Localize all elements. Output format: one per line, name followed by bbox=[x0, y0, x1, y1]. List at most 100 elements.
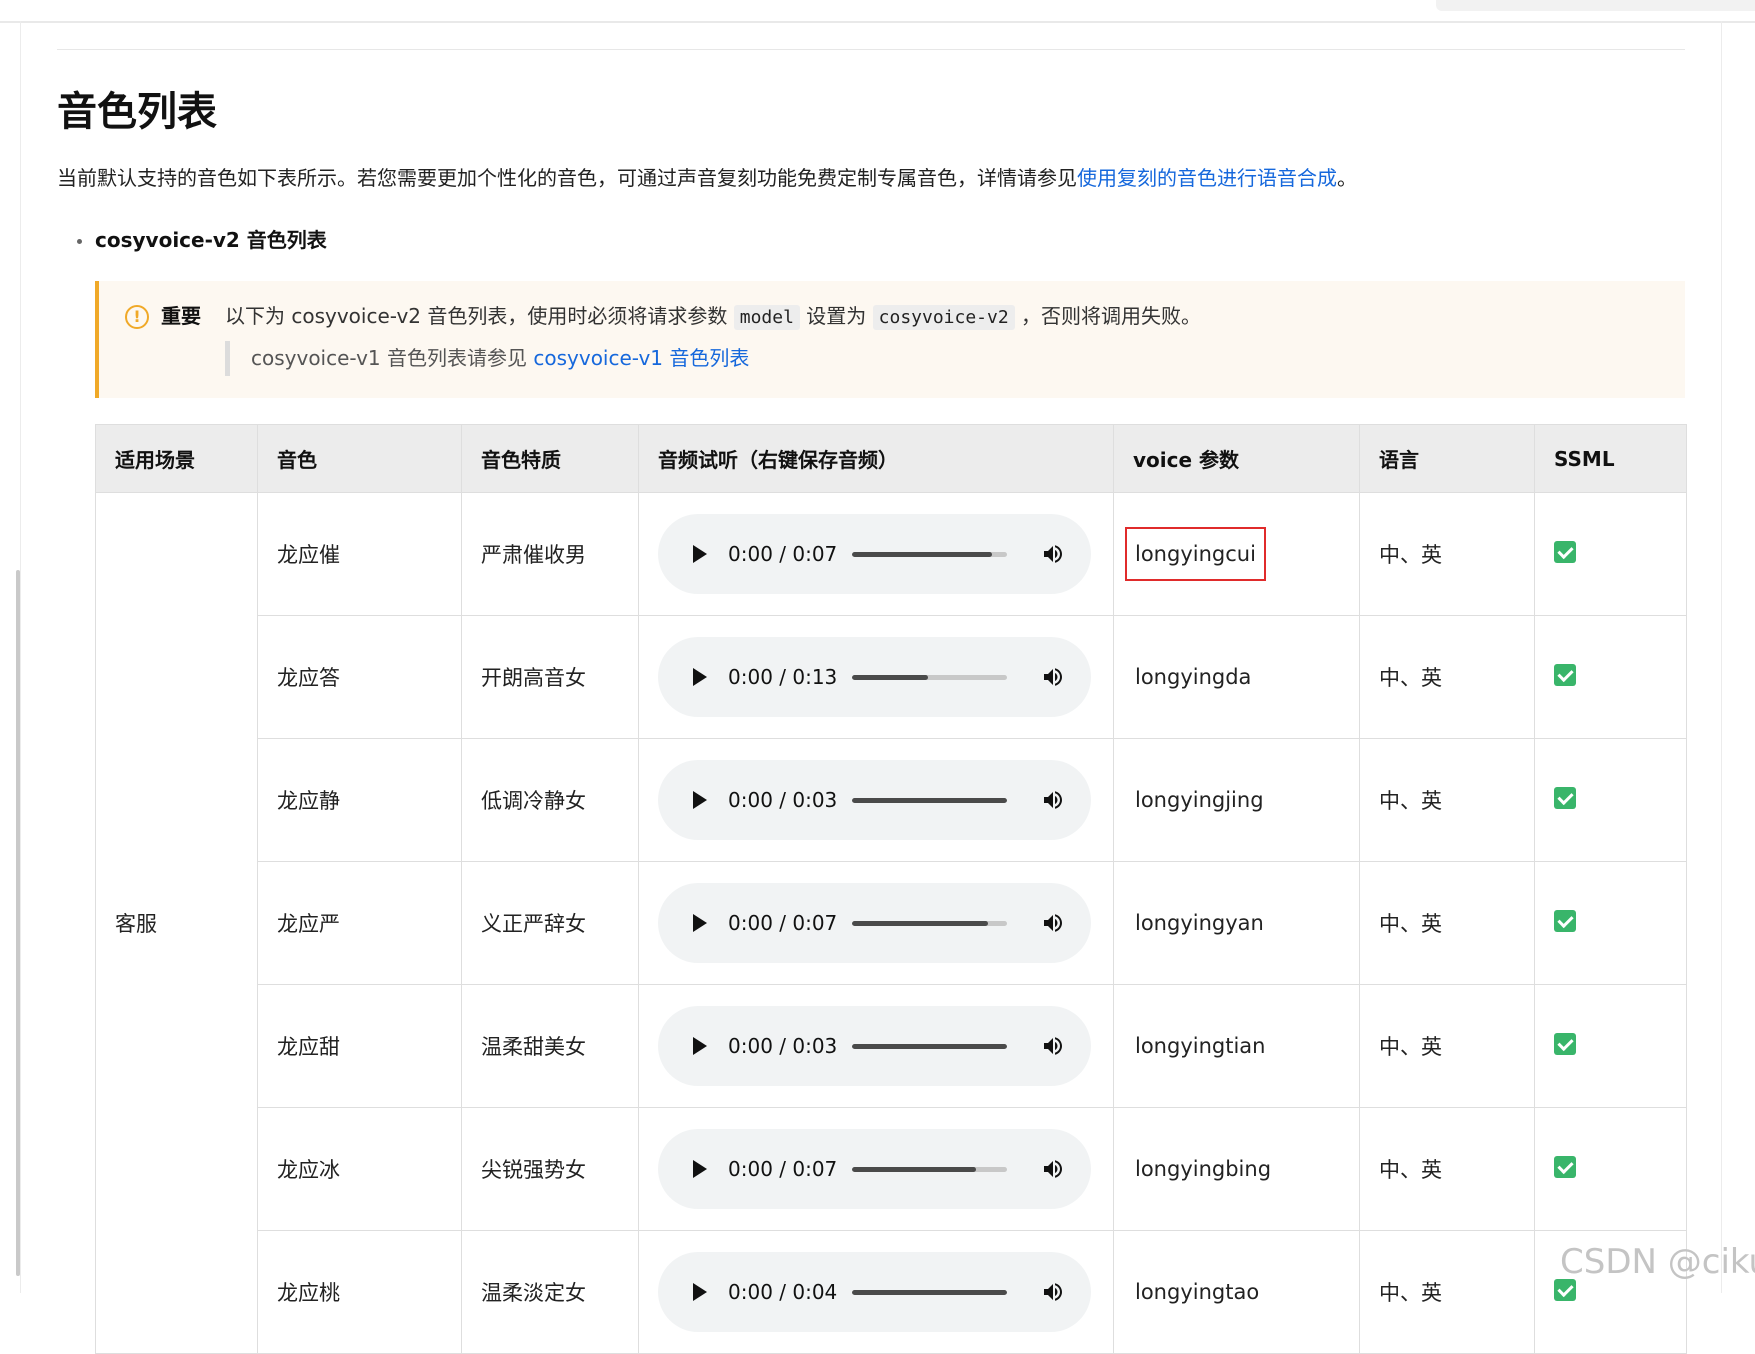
voice-param-value: longyingtian bbox=[1135, 1034, 1266, 1058]
intro-clone-voice-link[interactable]: 使用复刻的音色进行语音合成 bbox=[1077, 166, 1337, 190]
play-icon[interactable] bbox=[693, 545, 707, 563]
audio-progress-fill bbox=[852, 552, 992, 557]
bullet-heading: cosyvoice-v2 音色列表 bbox=[95, 228, 327, 252]
voice-param-value: longyingjing bbox=[1135, 788, 1264, 812]
audio-progress-track[interactable] bbox=[852, 921, 1007, 926]
ssml-cell bbox=[1534, 861, 1687, 985]
ssml-check-icon bbox=[1554, 540, 1576, 563]
audio-time: 0:00 / 0:07 bbox=[728, 911, 838, 935]
audio-progress-fill bbox=[852, 798, 1007, 803]
left-divider bbox=[20, 21, 21, 1293]
quote-bar bbox=[225, 341, 230, 376]
voice-param-cell: longyingtao bbox=[1113, 1230, 1360, 1354]
code-cosyvoice-v2: cosyvoice-v2 bbox=[872, 305, 1015, 330]
warning-circle-icon: ! bbox=[125, 305, 149, 329]
language-cell: 中、英 bbox=[1359, 1230, 1535, 1354]
audio-progress-track[interactable] bbox=[852, 552, 1007, 557]
audio-player[interactable]: 0:00 / 0:07 bbox=[658, 1129, 1091, 1209]
language-cell: 中、英 bbox=[1359, 492, 1535, 616]
audio-player[interactable]: 0:00 / 0:13 bbox=[658, 637, 1091, 717]
audio-player[interactable]: 0:00 / 0:04 bbox=[658, 1252, 1091, 1332]
intro-paragraph: 当前默认支持的音色如下表所示。若您需要更加个性化的音色，可通过声音复刻功能免费定… bbox=[57, 164, 1357, 192]
voice-trait-cell: 温柔淡定女 bbox=[461, 1230, 639, 1354]
audio-player[interactable]: 0:00 / 0:03 bbox=[658, 1006, 1091, 1086]
voice-param-cell: longyingbing bbox=[1113, 1107, 1360, 1231]
voice-param-cell: longyingyan bbox=[1113, 861, 1360, 985]
table-row: 客服 龙应催 严肃催收男 0:00 / 0:07 longyingcui 中、英 bbox=[95, 492, 1687, 1354]
play-icon[interactable] bbox=[693, 1283, 707, 1301]
audio-time: 0:00 / 0:07 bbox=[728, 1157, 838, 1181]
ssml-check-icon bbox=[1554, 786, 1576, 809]
scrollbar-thumb[interactable] bbox=[16, 570, 20, 1276]
voice-param-value: longyingcui bbox=[1125, 527, 1266, 581]
volume-icon[interactable] bbox=[1041, 1280, 1065, 1304]
voice-trait-cell: 低调冷静女 bbox=[461, 738, 639, 862]
voice-name-cell: 龙应冰 bbox=[257, 1107, 462, 1231]
voice-trait-cell: 严肃催收男 bbox=[461, 492, 639, 616]
voice-table: 适用场景 音色 音色特质 音频试听（右键保存音频） voice 参数 语言 SS… bbox=[95, 424, 1687, 1354]
voice-param-value: longyingbing bbox=[1135, 1157, 1272, 1181]
voice-param-cell: longyingda bbox=[1113, 615, 1360, 739]
play-icon[interactable] bbox=[693, 668, 707, 686]
scene-cell: 客服 bbox=[95, 492, 258, 1354]
header-ssml: SSML bbox=[1534, 424, 1687, 493]
audio-player[interactable]: 0:00 / 0:03 bbox=[658, 760, 1091, 840]
intro-text: 当前默认支持的音色如下表所示。若您需要更加个性化的音色，可通过声音复刻功能免费定… bbox=[57, 166, 1077, 190]
voice-name-cell: 龙应甜 bbox=[257, 984, 462, 1108]
quote-label: cosyvoice-v1 音色列表请参见 bbox=[251, 346, 528, 370]
audio-progress-track[interactable] bbox=[852, 798, 1007, 803]
audio-progress-track[interactable] bbox=[852, 1044, 1007, 1049]
voice-trait-cell: 义正严辞女 bbox=[461, 861, 639, 985]
play-icon[interactable] bbox=[693, 791, 707, 809]
volume-icon[interactable] bbox=[1041, 1157, 1065, 1181]
table-header-row: 适用场景 音色 音色特质 音频试听（右键保存音频） voice 参数 语言 SS… bbox=[95, 424, 1687, 493]
top-search-box[interactable] bbox=[1436, 0, 1755, 11]
audio-player[interactable]: 0:00 / 0:07 bbox=[658, 514, 1091, 594]
code-model: model bbox=[733, 305, 800, 330]
voice-param-cell: longyingcui bbox=[1113, 492, 1360, 616]
table-row: 龙应静 低调冷静女 0:00 / 0:03 longyingjing 中、英 bbox=[96, 738, 1687, 862]
audio-time: 0:00 / 0:03 bbox=[728, 1034, 838, 1058]
voice-trait-cell: 尖锐强势女 bbox=[461, 1107, 639, 1231]
intro-suffix: 。 bbox=[1337, 166, 1357, 190]
volume-icon[interactable] bbox=[1041, 788, 1065, 812]
table-row: 龙应冰 尖锐强势女 0:00 / 0:07 longyingbing 中、英 bbox=[96, 1107, 1687, 1231]
ssml-cell bbox=[1534, 615, 1687, 739]
table-row: 龙应答 开朗高音女 0:00 / 0:13 longyingda 中、英 bbox=[96, 615, 1687, 739]
language-cell: 中、英 bbox=[1359, 615, 1535, 739]
cosyvoice-v1-list-link[interactable]: cosyvoice-v1 音色列表 bbox=[533, 346, 749, 370]
ssml-check-icon bbox=[1554, 663, 1576, 686]
header-voice-param: voice 参数 bbox=[1113, 424, 1360, 493]
ssml-cell bbox=[1534, 492, 1687, 616]
quote-text: cosyvoice-v1 音色列表请参见 cosyvoice-v1 音色列表 bbox=[251, 344, 749, 372]
bullet-dot bbox=[77, 239, 82, 244]
voice-name-cell: 龙应答 bbox=[257, 615, 462, 739]
notice-text-1: 以下为 cosyvoice-v2 音色列表，使用时必须将请求参数 bbox=[225, 304, 728, 328]
audio-cell: 0:00 / 0:07 bbox=[638, 492, 1114, 616]
play-icon[interactable] bbox=[693, 1037, 707, 1055]
language-cell: 中、英 bbox=[1359, 1107, 1535, 1231]
header-language: 语言 bbox=[1359, 424, 1535, 493]
language-cell: 中、英 bbox=[1359, 984, 1535, 1108]
volume-icon[interactable] bbox=[1041, 1034, 1065, 1058]
audio-cell: 0:00 / 0:03 bbox=[638, 738, 1114, 862]
voice-name-cell: 龙应桃 bbox=[257, 1230, 462, 1354]
play-icon[interactable] bbox=[693, 1160, 707, 1178]
audio-progress-track[interactable] bbox=[852, 1167, 1007, 1172]
ssml-check-icon bbox=[1554, 1032, 1576, 1055]
table-row: 龙应甜 温柔甜美女 0:00 / 0:03 longyingtian 中、英 bbox=[96, 984, 1687, 1108]
voice-trait-cell: 温柔甜美女 bbox=[461, 984, 639, 1108]
section-divider bbox=[57, 49, 1685, 50]
volume-icon[interactable] bbox=[1041, 665, 1065, 689]
ssml-cell bbox=[1534, 984, 1687, 1108]
volume-icon[interactable] bbox=[1041, 542, 1065, 566]
audio-cell: 0:00 / 0:07 bbox=[638, 1107, 1114, 1231]
notice-text: 以下为 cosyvoice-v2 音色列表，使用时必须将请求参数 model 设… bbox=[225, 302, 1201, 332]
watermark: CSDN @ciku bbox=[1560, 1242, 1755, 1282]
volume-icon[interactable] bbox=[1041, 911, 1065, 935]
play-icon[interactable] bbox=[693, 914, 707, 932]
notice-label: 重要 bbox=[161, 304, 201, 328]
audio-time: 0:00 / 0:03 bbox=[728, 788, 838, 812]
audio-progress-track[interactable] bbox=[852, 675, 1007, 680]
audio-player[interactable]: 0:00 / 0:07 bbox=[658, 883, 1091, 963]
